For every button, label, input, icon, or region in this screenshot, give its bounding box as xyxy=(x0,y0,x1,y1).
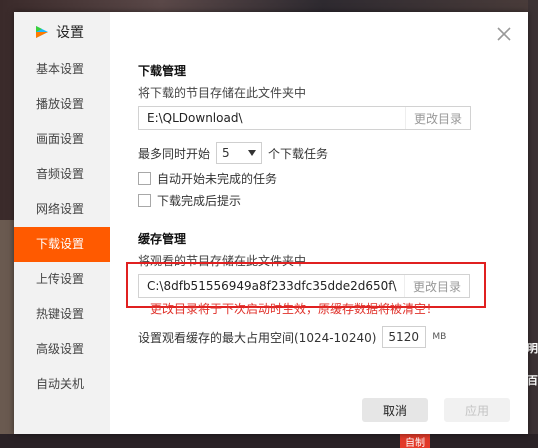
badge: 自制 xyxy=(400,434,430,448)
chevron-down-icon xyxy=(248,150,257,156)
brand: 设置 xyxy=(34,22,84,42)
sidebar-item-upload[interactable]: 上传设置 xyxy=(14,262,110,297)
max-space-input[interactable]: 5120 xyxy=(382,326,427,348)
sidebar-item-download[interactable]: 下载设置 xyxy=(14,227,110,262)
side-text-1: 明 xyxy=(527,342,538,355)
notify-checkbox[interactable] xyxy=(138,194,151,207)
sidebar-nav: 基本设置 播放设置 画面设置 音频设置 网络设置 下载设置 上传设置 热键设置 … xyxy=(14,52,110,402)
cache-heading: 缓存管理 xyxy=(138,232,187,246)
concurrent-prefix: 最多同时开始 xyxy=(138,146,211,161)
notify-row: 下载完成后提示 xyxy=(138,192,241,209)
max-space-label: 设置观看缓存的最大占用空间(1024-10240) xyxy=(138,330,377,345)
app-logo-icon xyxy=(36,26,48,38)
notify-label: 下载完成后提示 xyxy=(157,194,242,208)
sidebar-item-basic[interactable]: 基本设置 xyxy=(14,52,110,87)
side-text-2: 百 xyxy=(527,374,538,387)
window-title: 设置 xyxy=(56,25,84,41)
sidebar: 设置 基本设置 播放设置 画面设置 音频设置 网络设置 下载设置 上传设置 热键… xyxy=(14,12,110,434)
download-path-field[interactable]: E:\QLDownload\ 更改目录 xyxy=(138,106,471,130)
sidebar-item-playback[interactable]: 播放设置 xyxy=(14,87,110,122)
sidebar-item-auto-shutdown[interactable]: 自动关机 xyxy=(14,367,110,402)
download-path-value: E:\QLDownload\ xyxy=(147,111,243,125)
cancel-button[interactable]: 取消 xyxy=(362,398,428,422)
concurrent-row: 最多同时开始 5 个下载任务 xyxy=(138,142,328,164)
close-icon[interactable] xyxy=(496,26,512,42)
cache-warning: 更改目录将于下次启动时生效，原缓存数据将被清空！ xyxy=(150,302,439,316)
download-description: 将下载的节目存储在此文件夹中 xyxy=(138,86,307,100)
sidebar-item-hotkeys[interactable]: 热键设置 xyxy=(14,297,110,332)
max-space-row: 设置观看缓存的最大占用空间(1024-10240) 5120 MB xyxy=(138,326,446,348)
settings-dialog: 设置 基本设置 播放设置 画面设置 音频设置 网络设置 下载设置 上传设置 热键… xyxy=(14,12,528,434)
auto-start-checkbox[interactable] xyxy=(138,172,151,185)
sidebar-item-audio[interactable]: 音频设置 xyxy=(14,157,110,192)
auto-start-label: 自动开始未完成的任务 xyxy=(157,172,278,186)
concurrent-select[interactable]: 5 xyxy=(216,142,263,164)
concurrent-value: 5 xyxy=(222,146,230,160)
sidebar-item-display[interactable]: 画面设置 xyxy=(14,122,110,157)
download-heading: 下载管理 xyxy=(138,64,187,78)
auto-start-row: 自动开始未完成的任务 xyxy=(138,170,277,187)
sidebar-item-network[interactable]: 网络设置 xyxy=(14,192,110,227)
sidebar-item-advanced[interactable]: 高级设置 xyxy=(14,332,110,367)
concurrent-suffix: 个下载任务 xyxy=(268,146,329,161)
apply-button[interactable]: 应用 xyxy=(444,398,510,422)
download-change-dir-button[interactable]: 更改目录 xyxy=(404,107,470,129)
max-space-unit: MB xyxy=(432,332,447,342)
